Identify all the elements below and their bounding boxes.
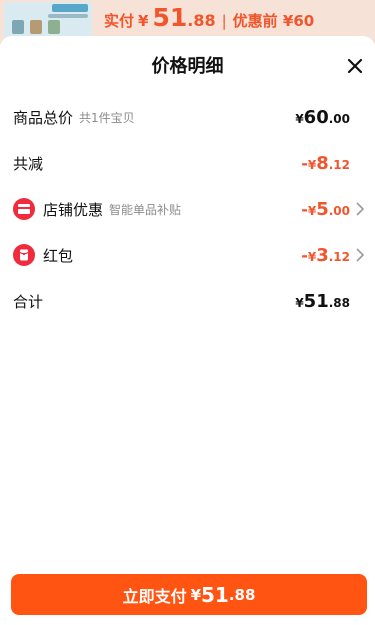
minus-sign: - xyxy=(301,245,308,265)
currency-symbol: ¥ xyxy=(307,249,317,264)
product-pack xyxy=(12,20,24,34)
chevron-right-icon xyxy=(356,202,365,216)
currency-symbol: ¥ xyxy=(190,585,202,604)
actual-pay-label: 实付 xyxy=(104,12,135,30)
amount-integer: 51 xyxy=(303,290,329,312)
pay-now-button[interactable]: 立即支付 ¥ 51 .88 xyxy=(11,574,367,615)
product-pack xyxy=(30,20,42,34)
pay-button-label: 立即支付 xyxy=(122,586,187,606)
thumbnail-caption xyxy=(48,14,88,18)
product-thumbnail xyxy=(4,2,92,38)
row-amount: ¥ 51 .88 xyxy=(295,291,350,312)
amount-integer: 3 xyxy=(316,244,329,266)
shop-coupon-icon xyxy=(13,198,35,220)
row-item-total: 商品总价 共1件宝贝 ¥ 60 .00 xyxy=(0,94,375,140)
row-amount: - ¥ 3 .12 xyxy=(301,245,350,266)
minus-sign: - xyxy=(301,153,308,173)
amount-integer: 51 xyxy=(201,582,229,607)
row-label: 商品总价 xyxy=(13,108,74,127)
currency-symbol: ¥ xyxy=(138,12,149,30)
row-label: 合计 xyxy=(13,292,44,311)
price-detail-sheet: 价格明细 商品总价 共1件宝贝 ¥ 60 .00 共减 - ¥ 8 .12 店铺… xyxy=(0,36,375,625)
sheet-title: 价格明细 xyxy=(151,56,224,77)
red-packet-icon xyxy=(13,244,35,266)
amount-integer: 60 xyxy=(303,106,329,128)
amount-decimal: .00 xyxy=(328,111,350,126)
product-pack xyxy=(48,20,60,34)
chevron-right-icon xyxy=(356,248,365,262)
row-shop-discount[interactable]: 店铺优惠 智能单品补贴 - ¥ 5 .00 xyxy=(0,186,375,232)
currency-symbol: ¥ xyxy=(307,203,317,218)
amount-decimal: .88 xyxy=(328,295,350,310)
amount-decimal: .00 xyxy=(328,203,350,218)
currency-symbol: ¥ xyxy=(307,157,317,172)
amount-decimal: .12 xyxy=(328,249,350,264)
background-price-summary: 实付 ¥ 51 .88 | 优惠前 ¥60 xyxy=(104,3,315,32)
row-amount: ¥ 60 .00 xyxy=(295,107,350,128)
row-label: 共减 xyxy=(13,154,44,173)
row-label: 红包 xyxy=(43,246,74,265)
row-amount: - ¥ 5 .00 xyxy=(301,199,350,220)
amount-decimal: .12 xyxy=(328,157,350,172)
price-integer: 51 xyxy=(152,3,188,32)
original-price: 优惠前 ¥60 xyxy=(232,12,315,30)
price-decimal: .88 xyxy=(187,11,216,30)
row-sublabel: 共1件宝贝 xyxy=(79,110,135,125)
price-rows: 商品总价 共1件宝贝 ¥ 60 .00 共减 - ¥ 8 .12 店铺优惠 智能… xyxy=(0,94,375,324)
price-separator: | xyxy=(221,12,227,30)
currency-symbol: ¥ xyxy=(295,111,304,126)
minus-sign: - xyxy=(301,199,308,219)
row-total-discount: 共减 - ¥ 8 .12 xyxy=(0,140,375,186)
row-amount: - ¥ 8 .12 xyxy=(301,153,350,174)
currency-symbol: ¥ xyxy=(295,295,304,310)
thumbnail-tag xyxy=(52,4,88,12)
row-red-packet[interactable]: 红包 - ¥ 3 .12 xyxy=(0,232,375,278)
close-button[interactable] xyxy=(343,54,367,78)
row-sublabel: 智能单品补贴 xyxy=(109,202,182,217)
amount-decimal: .88 xyxy=(228,585,256,604)
row-grand-total: 合计 ¥ 51 .88 xyxy=(0,278,375,324)
amount-integer: 8 xyxy=(316,152,329,174)
amount-integer: 5 xyxy=(316,198,329,220)
close-icon xyxy=(347,58,363,74)
row-label: 店铺优惠 xyxy=(43,200,104,219)
